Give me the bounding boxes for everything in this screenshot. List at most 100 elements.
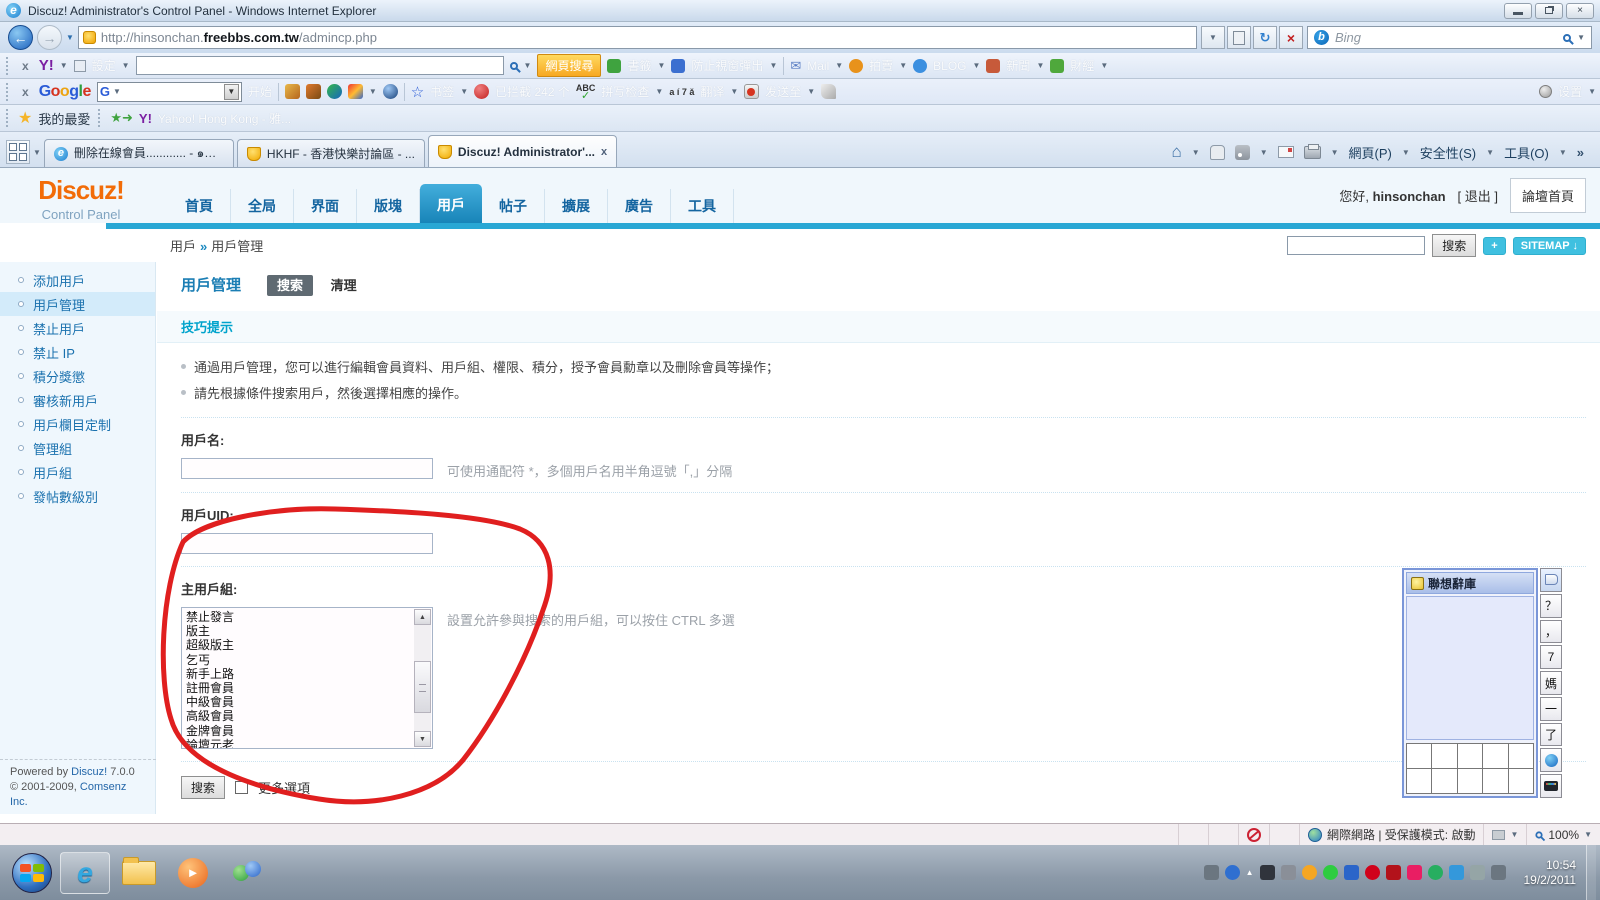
tray-help-icon[interactable] — [1225, 865, 1240, 880]
desktop-icon[interactable] — [348, 84, 363, 99]
toolbar-grip[interactable] — [98, 109, 102, 127]
search-dropdown[interactable]: ▼ — [1577, 33, 1585, 42]
close-button[interactable]: × — [1566, 3, 1594, 19]
highlighter-icon[interactable] — [821, 84, 836, 99]
ime-panel[interactable]: 聯想辭庫 — [1402, 568, 1538, 798]
compatibility-view-button[interactable] — [1227, 26, 1251, 49]
yahoo-bookmarks-dropdown[interactable]: ▼ — [658, 61, 666, 70]
uid-input[interactable] — [181, 533, 433, 554]
safety-menu[interactable]: 安全性(S) — [1420, 143, 1476, 162]
browser-tab-1[interactable]: e 刪除在線會員............ - ๑【... — [44, 139, 234, 167]
taskbar-clock[interactable]: 10:54 19/2/2011 — [1514, 858, 1587, 888]
submit-search-button[interactable]: 搜索 — [181, 776, 225, 799]
sidebar-item-user-management[interactable]: 用戶管理 — [0, 292, 155, 316]
google-translate-dropdown[interactable]: ▼ — [730, 87, 738, 96]
discuz-link[interactable]: Discuz! — [71, 766, 107, 778]
add-favorite-icon[interactable]: ★➜ — [110, 110, 133, 126]
group-option[interactable]: 中級會員 — [186, 695, 412, 709]
sidebar-item-moderate-new-users[interactable]: 審核新用戶 — [0, 388, 155, 412]
group-option[interactable]: 註冊會員 — [186, 681, 412, 695]
tray-icon[interactable] — [1281, 865, 1296, 880]
yahoo-popup-dropdown[interactable]: ▼ — [769, 61, 777, 70]
tray-icon[interactable] — [1260, 865, 1275, 880]
tray-icon[interactable] — [1407, 865, 1422, 880]
nav-tools[interactable]: 工具 — [671, 189, 734, 223]
feed-dropdown[interactable]: ▼ — [1260, 148, 1268, 157]
yahoo-finance-label[interactable]: 財經 — [1070, 57, 1094, 74]
privacy-icon[interactable] — [1247, 828, 1261, 842]
restore-button[interactable] — [1535, 3, 1563, 19]
browser-tab-3-active[interactable]: Discuz! Administrator'... x — [428, 135, 617, 167]
tray-icon[interactable] — [1428, 865, 1443, 880]
translate-icon[interactable]: a í 7 ǎ — [669, 88, 694, 96]
ime-key[interactable]: 媽 — [1540, 671, 1562, 695]
yahoo-auction-label[interactable]: 拍賣 — [869, 57, 893, 74]
google-bookmarks-label[interactable]: 书签 — [430, 83, 454, 100]
yahoo-web-search-button[interactable]: 網頁搜尋 — [537, 54, 601, 77]
admin-search-input[interactable] — [1287, 236, 1425, 255]
yahoo-search-dropdown[interactable]: ▼ — [524, 61, 532, 70]
yahoo-search-input[interactable] — [136, 56, 504, 75]
ime-balloon-icon[interactable] — [1540, 748, 1562, 772]
tray-icon[interactable] — [1344, 865, 1359, 880]
read-mail-icon[interactable] — [1278, 146, 1294, 158]
google-spell-label[interactable]: 拼写检查 — [601, 83, 649, 100]
tray-keyboard-icon[interactable] — [1204, 865, 1219, 880]
yahoo-blog-label[interactable]: BLOG — [933, 59, 966, 73]
yahoo-close-button[interactable]: x — [18, 59, 33, 73]
news-icon[interactable] — [986, 59, 1000, 73]
home-icon[interactable]: ⌂ — [1171, 142, 1181, 162]
tray-icon[interactable] — [1449, 865, 1464, 880]
taskbar-messenger-icon[interactable] — [222, 852, 272, 894]
address-bar[interactable]: http://hinsonchan.freebbs.com.tw/admincp… — [78, 26, 1197, 49]
toolbar-overflow-chevron[interactable]: » — [1577, 145, 1584, 160]
tray-icon[interactable] — [1302, 865, 1317, 880]
google-go-label[interactable]: 开始 — [248, 83, 272, 100]
popup-blocker-icon[interactable] — [671, 59, 685, 73]
google-send-dropdown[interactable]: ▼ — [807, 87, 815, 96]
username-input[interactable] — [181, 458, 433, 479]
yahoo-mail-label[interactable]: Mail — [807, 59, 829, 73]
nav-interface[interactable]: 界面 — [294, 189, 357, 223]
listbox-scrollbar[interactable]: ▲ ▼ — [414, 609, 431, 747]
yahoo-search-icon[interactable] — [510, 62, 518, 70]
tray-volume-icon[interactable] — [1491, 865, 1506, 880]
ime-dict-icon[interactable] — [1540, 568, 1562, 592]
sidebar-item-admin-groups[interactable]: 管理組 — [0, 436, 155, 460]
sitemap-button[interactable]: SITEMAP ↓ — [1513, 237, 1586, 255]
group-option[interactable]: 金牌會員 — [186, 724, 412, 738]
tray-icon[interactable] — [1323, 865, 1338, 880]
ime-key[interactable]: ， — [1540, 620, 1562, 644]
tray-icon[interactable] — [1365, 865, 1380, 880]
minimize-button[interactable] — [1504, 3, 1532, 19]
google-settings-label[interactable]: 设置 — [1558, 83, 1582, 100]
refresh-button[interactable]: ↻ — [1253, 26, 1277, 49]
ime-cell-grid[interactable] — [1406, 743, 1534, 794]
rss-feed-icon[interactable] — [1235, 145, 1250, 160]
ime-candidate-area[interactable] — [1406, 596, 1534, 740]
tools-menu[interactable]: 工具(O) — [1504, 143, 1549, 162]
taskbar-ie-icon[interactable]: e — [60, 852, 110, 894]
yahoo-bookmarks-label[interactable]: 書籤 — [627, 57, 651, 74]
yahoo-news-dropdown[interactable]: ▼ — [1036, 61, 1044, 70]
yahoo-finance-dropdown[interactable]: ▼ — [1100, 61, 1108, 70]
group-option[interactable]: 乞丐 — [186, 653, 412, 667]
mail-icon[interactable]: ✉ — [790, 58, 801, 74]
nav-home[interactable]: 首頁 — [168, 189, 231, 223]
favorites-label[interactable]: 我的最愛 — [38, 109, 90, 128]
group-option[interactable]: 超級版主 — [186, 638, 412, 652]
popup-blocked-icon[interactable] — [474, 84, 489, 99]
sidebar-item-ban-user[interactable]: 禁止用戶 — [0, 316, 155, 340]
hand-icon[interactable] — [1210, 145, 1225, 160]
home-dropdown[interactable]: ▼ — [1192, 148, 1200, 157]
sidebar-item-post-levels[interactable]: 發帖數級別 — [0, 484, 155, 508]
ime-titlebar[interactable]: 聯想辭庫 — [1406, 572, 1534, 594]
ime-key[interactable]: 一 — [1540, 697, 1562, 721]
forward-button[interactable]: → — [37, 25, 62, 50]
start-button[interactable] — [12, 853, 52, 893]
sidebar-item-credits[interactable]: 積分獎懲 — [0, 364, 155, 388]
show-desktop-button[interactable] — [1586, 845, 1596, 900]
google-settings-dropdown[interactable]: ▼ — [1588, 87, 1596, 96]
tray-icon[interactable] — [1470, 865, 1485, 880]
yahoo-auction-dropdown[interactable]: ▼ — [899, 61, 907, 70]
